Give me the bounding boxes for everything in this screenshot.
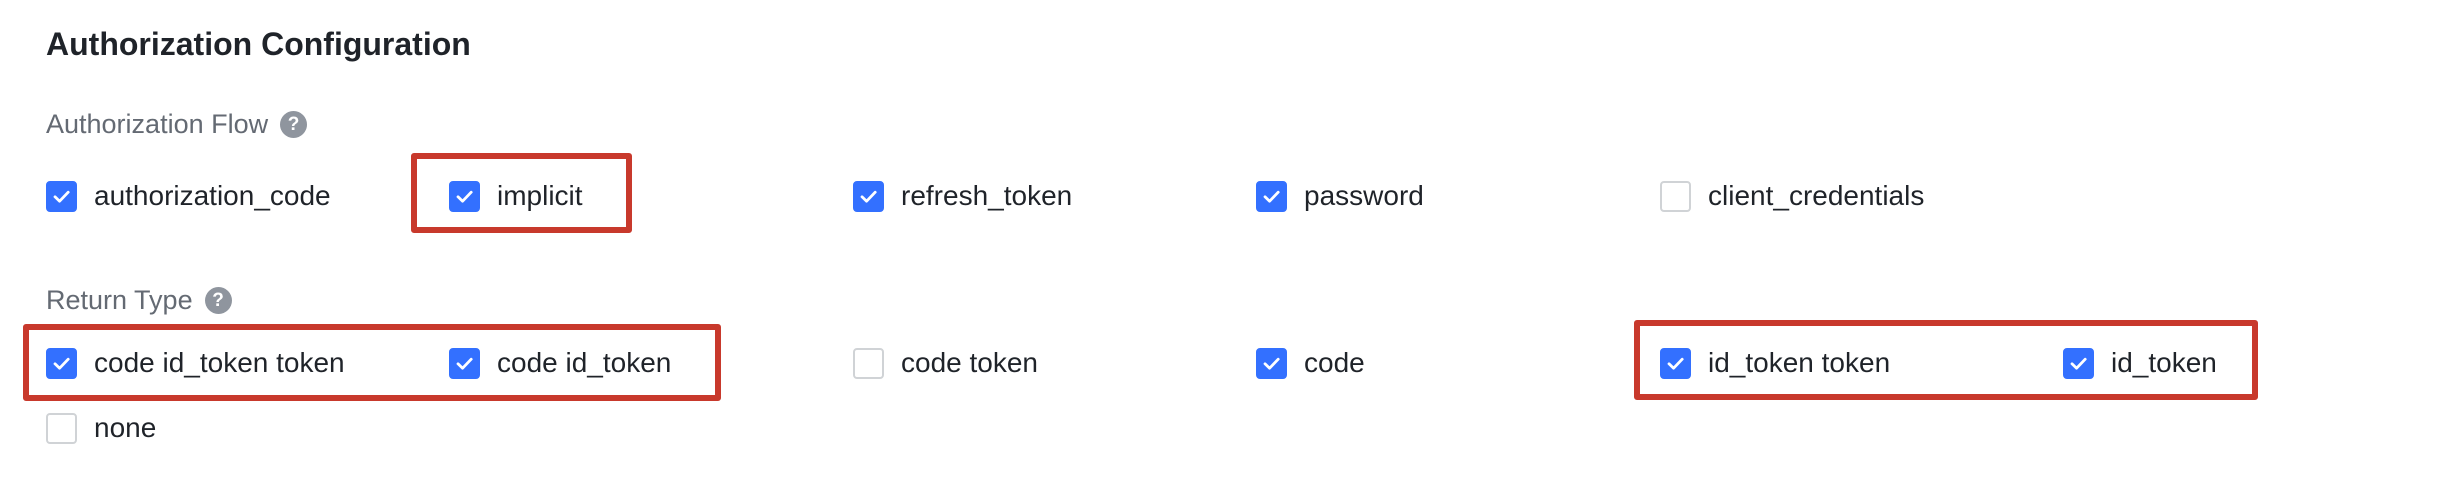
- check-icon: [456, 357, 473, 370]
- checkbox-code-token[interactable]: code token: [853, 345, 1038, 381]
- checkbox-label: authorization_code: [94, 180, 331, 211]
- checkbox-label: code: [1304, 347, 1365, 378]
- check-icon: [1263, 190, 1280, 203]
- return-type-label: Return Type ?: [46, 282, 232, 318]
- checkbox-box[interactable]: [1660, 180, 1691, 212]
- checkbox-label: implicit: [497, 180, 583, 211]
- checkbox-label: id_token: [2111, 347, 2217, 378]
- checkbox-label: password: [1304, 180, 1424, 211]
- checkbox-box[interactable]: [449, 347, 480, 379]
- checkbox-box[interactable]: [449, 180, 480, 212]
- checkbox-label: client_credentials: [1708, 180, 1925, 211]
- check-icon: [2070, 357, 2087, 370]
- checkbox-box[interactable]: [853, 180, 884, 212]
- check-icon: [456, 190, 473, 203]
- authorization-flow-label: Authorization Flow ?: [46, 106, 308, 142]
- checkbox-label: code token: [901, 347, 1038, 378]
- section-title: Authorization Configuration: [46, 26, 471, 62]
- checkbox-implicit[interactable]: implicit: [449, 178, 583, 214]
- checkbox-code-id-token-token[interactable]: code id_token token: [46, 345, 345, 381]
- checkbox-label: id_token token: [1708, 347, 1891, 378]
- check-icon: [1263, 357, 1280, 370]
- checkbox-code-id-token[interactable]: code id_token: [449, 345, 671, 381]
- checkbox-code[interactable]: code: [1256, 345, 1365, 381]
- checkbox-id-token-token[interactable]: id_token token: [1660, 345, 1890, 381]
- question-circle-icon[interactable]: ?: [204, 286, 232, 314]
- checkbox-id-token[interactable]: id_token: [2063, 345, 2217, 381]
- checkbox-box[interactable]: [1256, 180, 1287, 212]
- checkbox-label: refresh_token: [901, 180, 1073, 211]
- checkbox-label: code id_token: [497, 347, 672, 378]
- checkbox-box[interactable]: [46, 347, 77, 379]
- check-icon: [860, 190, 877, 203]
- checkbox-none[interactable]: none: [46, 410, 156, 446]
- checkbox-label: none: [94, 412, 157, 443]
- checkbox-box[interactable]: [46, 412, 77, 444]
- checkbox-password[interactable]: password: [1256, 178, 1424, 214]
- checkbox-box[interactable]: [2063, 347, 2094, 379]
- checkbox-box[interactable]: [46, 180, 77, 212]
- return-type-label-text: Return Type: [46, 285, 193, 315]
- authorization-flow-label-text: Authorization Flow: [46, 109, 269, 139]
- checkbox-authorization-code[interactable]: authorization_code: [46, 178, 331, 214]
- checkbox-client-credentials[interactable]: client_credentials: [1660, 178, 1924, 214]
- question-circle-icon[interactable]: ?: [280, 110, 308, 138]
- check-icon: [53, 190, 70, 203]
- checkbox-box[interactable]: [853, 347, 884, 379]
- checkbox-box[interactable]: [1256, 347, 1287, 379]
- check-icon: [53, 357, 70, 370]
- checkbox-box[interactable]: [1660, 347, 1691, 379]
- check-icon: [1667, 357, 1684, 370]
- checkbox-label: code id_token token: [94, 347, 345, 378]
- checkbox-refresh-token[interactable]: refresh_token: [853, 178, 1072, 214]
- authorization-configuration-panel: Authorization Configuration Authorizatio…: [0, 0, 2456, 478]
